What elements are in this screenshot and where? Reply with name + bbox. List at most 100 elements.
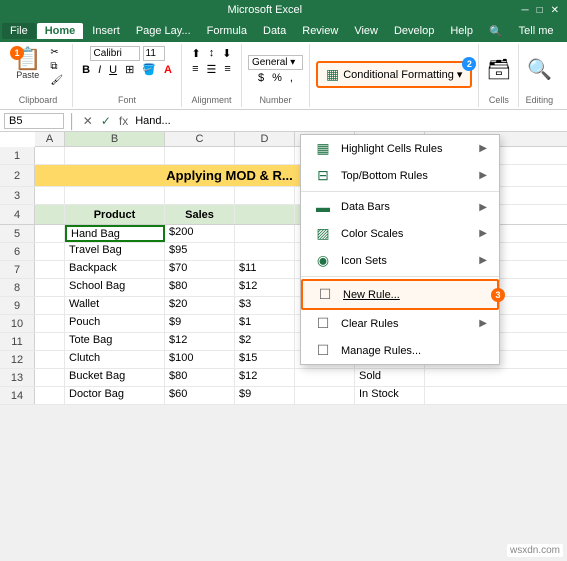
menu-item-insert[interactable]: Insert xyxy=(84,23,128,39)
menu-item-data[interactable]: Data xyxy=(255,23,294,39)
cell-b6[interactable]: Travel Bag xyxy=(65,243,165,260)
align-center-button[interactable]: ☰ xyxy=(204,62,220,77)
cell-e14[interactable] xyxy=(295,387,355,404)
menu-item-review[interactable]: Review xyxy=(294,23,346,39)
cell-c7[interactable]: $70 xyxy=(165,261,235,278)
minimize-icon[interactable]: ─ xyxy=(521,5,528,16)
cell-b8[interactable]: School Bag xyxy=(65,279,165,296)
cell-b12[interactable]: Clutch xyxy=(65,351,165,368)
cell-d9[interactable]: $3 xyxy=(235,297,295,314)
cell-a8[interactable] xyxy=(35,279,65,296)
formula-input[interactable] xyxy=(134,114,563,128)
dropdown-item-topbottom[interactable]: ⊟ Top/Bottom Rules ▶ xyxy=(301,162,499,189)
cell-c10[interactable]: $9 xyxy=(165,315,235,332)
cell-d8[interactable]: $12 xyxy=(235,279,295,296)
conditional-formatting-button[interactable]: ▦ Conditional Formatting ▾ 2 xyxy=(316,61,472,88)
cell-a14[interactable] xyxy=(35,387,65,404)
cell-c1[interactable] xyxy=(165,147,235,164)
cell-c11[interactable]: $12 xyxy=(165,333,235,350)
cell-c13[interactable]: $80 xyxy=(165,369,235,386)
cell-b13[interactable]: Bucket Bag xyxy=(65,369,165,386)
font-name-selector[interactable]: Calibri xyxy=(90,46,140,61)
cell-b7[interactable]: Backpack xyxy=(65,261,165,278)
currency-button[interactable]: $ xyxy=(255,71,267,85)
dropdown-item-databars[interactable]: ▬ Data Bars ▶ xyxy=(301,194,499,220)
cell-b3[interactable] xyxy=(65,187,165,204)
col-header-d[interactable]: D xyxy=(235,132,295,146)
cell-d4[interactable] xyxy=(235,205,295,224)
cell-a9[interactable] xyxy=(35,297,65,314)
col-header-a[interactable]: A xyxy=(35,132,65,146)
cell-b9[interactable]: Wallet xyxy=(65,297,165,314)
fill-color-button[interactable]: 🪣 xyxy=(139,62,159,77)
align-middle-button[interactable]: ↕ xyxy=(206,46,218,61)
underline-button[interactable]: U xyxy=(106,63,120,77)
name-box[interactable] xyxy=(4,113,64,129)
bold-button[interactable]: B xyxy=(79,63,93,77)
cell-b4-product[interactable]: Product xyxy=(65,205,165,224)
italic-button[interactable]: I xyxy=(95,63,104,77)
percent-button[interactable]: % xyxy=(269,71,285,85)
dropdown-item-iconsets[interactable]: ◉ Icon Sets ▶ xyxy=(301,247,499,274)
font-size-selector[interactable]: 11 xyxy=(143,46,165,61)
cell-f13[interactable]: Sold xyxy=(355,369,425,386)
cell-b1[interactable] xyxy=(65,147,165,164)
cell-f14[interactable]: In Stock xyxy=(355,387,425,404)
align-right-button[interactable]: ≡ xyxy=(221,62,233,77)
dropdown-item-clearrules[interactable]: ☐ Clear Rules ▶ xyxy=(301,310,499,337)
menu-item-home[interactable]: Home xyxy=(37,23,84,39)
align-top-button[interactable]: ⬆ xyxy=(188,46,203,61)
function-icon[interactable]: fx xyxy=(117,114,130,128)
cell-b5[interactable]: Hand Bag xyxy=(65,225,165,242)
confirm-formula-icon[interactable]: ✓ xyxy=(99,114,113,128)
cell-c6[interactable]: $95 xyxy=(165,243,235,260)
close-icon[interactable]: ✕ xyxy=(551,5,559,16)
cell-a12[interactable] xyxy=(35,351,65,368)
cell-d14[interactable]: $9 xyxy=(235,387,295,404)
menu-item-search-icon[interactable]: 🔍 xyxy=(481,23,511,40)
col-header-c[interactable]: C xyxy=(165,132,235,146)
align-bottom-button[interactable]: ⬇ xyxy=(219,46,234,61)
cell-d13[interactable]: $12 xyxy=(235,369,295,386)
cell-d11[interactable]: $2 xyxy=(235,333,295,350)
col-header-b[interactable]: B xyxy=(65,132,165,146)
cell-e13[interactable] xyxy=(295,369,355,386)
align-left-button[interactable]: ≡ xyxy=(189,62,201,77)
menu-item-tellme[interactable]: Tell me xyxy=(511,23,562,39)
dropdown-item-newrule[interactable]: ☐ New Rule... 3 xyxy=(301,279,499,310)
cell-c8[interactable]: $80 xyxy=(165,279,235,296)
menu-item-develop[interactable]: Develop xyxy=(386,23,442,39)
cell-c12[interactable]: $100 xyxy=(165,351,235,368)
cell-a3[interactable] xyxy=(35,187,65,204)
cut-button[interactable]: ✂ xyxy=(47,46,66,59)
cell-c4-sales[interactable]: Sales xyxy=(165,205,235,224)
cell-c14[interactable]: $60 xyxy=(165,387,235,404)
dropdown-item-managerules[interactable]: ☐ Manage Rules... xyxy=(301,337,499,364)
comma-button[interactable]: , xyxy=(287,71,296,85)
cell-a6[interactable] xyxy=(35,243,65,260)
cell-c3[interactable] xyxy=(165,187,235,204)
cell-a4[interactable] xyxy=(35,205,65,224)
cell-d1[interactable] xyxy=(235,147,295,164)
cell-a10[interactable] xyxy=(35,315,65,332)
cell-d3[interactable] xyxy=(235,187,295,204)
cell-b11[interactable]: Tote Bag xyxy=(65,333,165,350)
cell-d10[interactable]: $1 xyxy=(235,315,295,332)
cell-b10[interactable]: Pouch xyxy=(65,315,165,332)
maximize-icon[interactable]: □ xyxy=(537,5,543,16)
cell-d5[interactable] xyxy=(235,225,295,242)
cell-c5[interactable]: $200 xyxy=(165,225,235,242)
number-format-selector[interactable]: General ▾ xyxy=(248,55,303,70)
menu-item-file[interactable]: File xyxy=(2,23,36,39)
cell-a11[interactable] xyxy=(35,333,65,350)
menu-item-formula[interactable]: Formula xyxy=(199,23,255,39)
cell-a5[interactable] xyxy=(35,225,65,242)
cell-d12[interactable]: $15 xyxy=(235,351,295,368)
cell-a13[interactable] xyxy=(35,369,65,386)
dropdown-item-colorscales[interactable]: ▨ Color Scales ▶ xyxy=(301,220,499,247)
cell-b14[interactable]: Doctor Bag xyxy=(65,387,165,404)
cell-a7[interactable] xyxy=(35,261,65,278)
cell-c9[interactable]: $20 xyxy=(165,297,235,314)
menu-item-help[interactable]: Help xyxy=(442,23,481,39)
format-painter-button[interactable]: 🖌 xyxy=(47,74,66,87)
